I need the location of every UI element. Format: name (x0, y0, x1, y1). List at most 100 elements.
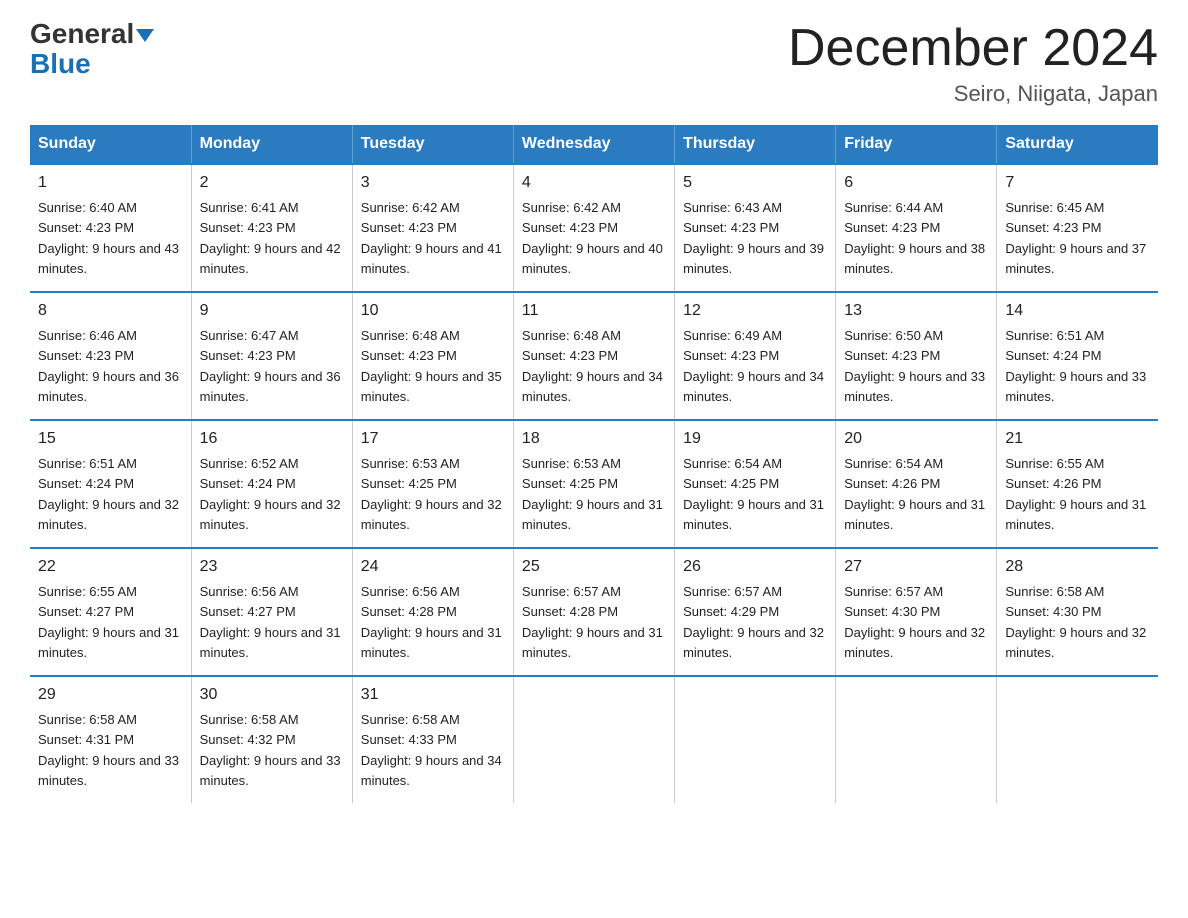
calendar-cell: 16 Sunrise: 6:52 AMSunset: 4:24 PMDaylig… (191, 420, 352, 548)
calendar-cell: 14 Sunrise: 6:51 AMSunset: 4:24 PMDaylig… (997, 292, 1158, 420)
day-number: 6 (844, 171, 988, 195)
day-info: Sunrise: 6:51 AMSunset: 4:24 PMDaylight:… (38, 456, 179, 532)
day-number: 29 (38, 683, 183, 707)
day-info: Sunrise: 6:53 AMSunset: 4:25 PMDaylight:… (361, 456, 502, 532)
day-number: 13 (844, 299, 988, 323)
day-info: Sunrise: 6:48 AMSunset: 4:23 PMDaylight:… (361, 328, 502, 404)
calendar-cell (997, 676, 1158, 803)
day-info: Sunrise: 6:49 AMSunset: 4:23 PMDaylight:… (683, 328, 824, 404)
calendar-cell: 17 Sunrise: 6:53 AMSunset: 4:25 PMDaylig… (352, 420, 513, 548)
calendar-cell: 11 Sunrise: 6:48 AMSunset: 4:23 PMDaylig… (513, 292, 674, 420)
day-info: Sunrise: 6:58 AMSunset: 4:30 PMDaylight:… (1005, 584, 1146, 660)
day-info: Sunrise: 6:57 AMSunset: 4:30 PMDaylight:… (844, 584, 985, 660)
calendar-subtitle: Seiro, Niigata, Japan (788, 81, 1158, 107)
day-info: Sunrise: 6:48 AMSunset: 4:23 PMDaylight:… (522, 328, 663, 404)
day-number: 14 (1005, 299, 1150, 323)
day-info: Sunrise: 6:53 AMSunset: 4:25 PMDaylight:… (522, 456, 663, 532)
col-header-sunday: Sunday (30, 125, 191, 164)
col-header-saturday: Saturday (997, 125, 1158, 164)
calendar-cell: 4 Sunrise: 6:42 AMSunset: 4:23 PMDayligh… (513, 164, 674, 292)
calendar-header-row: SundayMondayTuesdayWednesdayThursdayFrid… (30, 125, 1158, 164)
calendar-week-2: 8 Sunrise: 6:46 AMSunset: 4:23 PMDayligh… (30, 292, 1158, 420)
calendar-cell: 13 Sunrise: 6:50 AMSunset: 4:23 PMDaylig… (836, 292, 997, 420)
calendar-cell (513, 676, 674, 803)
calendar-table: SundayMondayTuesdayWednesdayThursdayFrid… (30, 125, 1158, 803)
calendar-cell (675, 676, 836, 803)
col-header-friday: Friday (836, 125, 997, 164)
col-header-wednesday: Wednesday (513, 125, 674, 164)
calendar-cell: 21 Sunrise: 6:55 AMSunset: 4:26 PMDaylig… (997, 420, 1158, 548)
calendar-cell (836, 676, 997, 803)
day-number: 12 (683, 299, 827, 323)
day-info: Sunrise: 6:45 AMSunset: 4:23 PMDaylight:… (1005, 200, 1146, 276)
day-number: 19 (683, 427, 827, 451)
day-info: Sunrise: 6:51 AMSunset: 4:24 PMDaylight:… (1005, 328, 1146, 404)
day-number: 5 (683, 171, 827, 195)
logo-general: General (30, 20, 154, 48)
day-number: 15 (38, 427, 183, 451)
calendar-cell: 5 Sunrise: 6:43 AMSunset: 4:23 PMDayligh… (675, 164, 836, 292)
calendar-week-3: 15 Sunrise: 6:51 AMSunset: 4:24 PMDaylig… (30, 420, 1158, 548)
day-number: 30 (200, 683, 344, 707)
calendar-cell: 1 Sunrise: 6:40 AMSunset: 4:23 PMDayligh… (30, 164, 191, 292)
calendar-cell: 8 Sunrise: 6:46 AMSunset: 4:23 PMDayligh… (30, 292, 191, 420)
day-number: 22 (38, 555, 183, 579)
day-info: Sunrise: 6:54 AMSunset: 4:26 PMDaylight:… (844, 456, 985, 532)
day-number: 26 (683, 555, 827, 579)
day-info: Sunrise: 6:47 AMSunset: 4:23 PMDaylight:… (200, 328, 341, 404)
calendar-cell: 30 Sunrise: 6:58 AMSunset: 4:32 PMDaylig… (191, 676, 352, 803)
day-number: 10 (361, 299, 505, 323)
calendar-cell: 9 Sunrise: 6:47 AMSunset: 4:23 PMDayligh… (191, 292, 352, 420)
calendar-cell: 6 Sunrise: 6:44 AMSunset: 4:23 PMDayligh… (836, 164, 997, 292)
calendar-cell: 15 Sunrise: 6:51 AMSunset: 4:24 PMDaylig… (30, 420, 191, 548)
col-header-thursday: Thursday (675, 125, 836, 164)
day-info: Sunrise: 6:50 AMSunset: 4:23 PMDaylight:… (844, 328, 985, 404)
calendar-cell: 3 Sunrise: 6:42 AMSunset: 4:23 PMDayligh… (352, 164, 513, 292)
col-header-tuesday: Tuesday (352, 125, 513, 164)
calendar-cell: 12 Sunrise: 6:49 AMSunset: 4:23 PMDaylig… (675, 292, 836, 420)
day-number: 1 (38, 171, 183, 195)
day-number: 24 (361, 555, 505, 579)
day-info: Sunrise: 6:41 AMSunset: 4:23 PMDaylight:… (200, 200, 341, 276)
day-info: Sunrise: 6:44 AMSunset: 4:23 PMDaylight:… (844, 200, 985, 276)
calendar-cell: 25 Sunrise: 6:57 AMSunset: 4:28 PMDaylig… (513, 548, 674, 676)
day-number: 18 (522, 427, 666, 451)
day-number: 2 (200, 171, 344, 195)
day-number: 8 (38, 299, 183, 323)
day-info: Sunrise: 6:40 AMSunset: 4:23 PMDaylight:… (38, 200, 179, 276)
calendar-cell: 31 Sunrise: 6:58 AMSunset: 4:33 PMDaylig… (352, 676, 513, 803)
day-info: Sunrise: 6:58 AMSunset: 4:31 PMDaylight:… (38, 712, 179, 788)
day-number: 16 (200, 427, 344, 451)
calendar-cell: 29 Sunrise: 6:58 AMSunset: 4:31 PMDaylig… (30, 676, 191, 803)
col-header-monday: Monday (191, 125, 352, 164)
day-info: Sunrise: 6:54 AMSunset: 4:25 PMDaylight:… (683, 456, 824, 532)
day-number: 28 (1005, 555, 1150, 579)
calendar-cell: 2 Sunrise: 6:41 AMSunset: 4:23 PMDayligh… (191, 164, 352, 292)
day-info: Sunrise: 6:58 AMSunset: 4:32 PMDaylight:… (200, 712, 341, 788)
day-number: 27 (844, 555, 988, 579)
day-info: Sunrise: 6:58 AMSunset: 4:33 PMDaylight:… (361, 712, 502, 788)
day-info: Sunrise: 6:56 AMSunset: 4:27 PMDaylight:… (200, 584, 341, 660)
calendar-cell: 10 Sunrise: 6:48 AMSunset: 4:23 PMDaylig… (352, 292, 513, 420)
calendar-cell: 24 Sunrise: 6:56 AMSunset: 4:28 PMDaylig… (352, 548, 513, 676)
day-number: 31 (361, 683, 505, 707)
calendar-cell: 22 Sunrise: 6:55 AMSunset: 4:27 PMDaylig… (30, 548, 191, 676)
day-info: Sunrise: 6:56 AMSunset: 4:28 PMDaylight:… (361, 584, 502, 660)
calendar-cell: 20 Sunrise: 6:54 AMSunset: 4:26 PMDaylig… (836, 420, 997, 548)
calendar-week-5: 29 Sunrise: 6:58 AMSunset: 4:31 PMDaylig… (30, 676, 1158, 803)
day-info: Sunrise: 6:57 AMSunset: 4:29 PMDaylight:… (683, 584, 824, 660)
day-number: 25 (522, 555, 666, 579)
day-info: Sunrise: 6:46 AMSunset: 4:23 PMDaylight:… (38, 328, 179, 404)
day-info: Sunrise: 6:42 AMSunset: 4:23 PMDaylight:… (522, 200, 663, 276)
calendar-cell: 28 Sunrise: 6:58 AMSunset: 4:30 PMDaylig… (997, 548, 1158, 676)
page-header: General Blue December 2024 Seiro, Niigat… (30, 20, 1158, 107)
calendar-cell: 19 Sunrise: 6:54 AMSunset: 4:25 PMDaylig… (675, 420, 836, 548)
calendar-title: December 2024 (788, 20, 1158, 77)
day-number: 3 (361, 171, 505, 195)
day-info: Sunrise: 6:52 AMSunset: 4:24 PMDaylight:… (200, 456, 341, 532)
day-info: Sunrise: 6:57 AMSunset: 4:28 PMDaylight:… (522, 584, 663, 660)
logo: General Blue (30, 20, 154, 78)
calendar-cell: 18 Sunrise: 6:53 AMSunset: 4:25 PMDaylig… (513, 420, 674, 548)
day-info: Sunrise: 6:42 AMSunset: 4:23 PMDaylight:… (361, 200, 502, 276)
calendar-week-1: 1 Sunrise: 6:40 AMSunset: 4:23 PMDayligh… (30, 164, 1158, 292)
